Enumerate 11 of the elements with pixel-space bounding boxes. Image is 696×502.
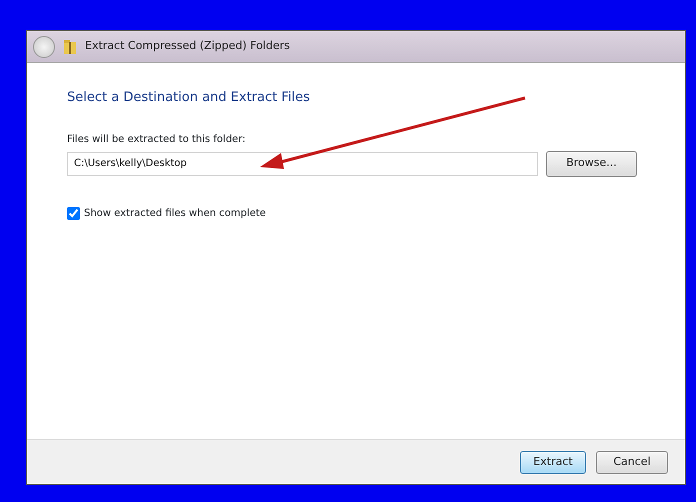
field-label: Files will be extracted to this folder:: [67, 132, 246, 146]
cancel-button[interactable]: Cancel: [596, 450, 668, 474]
back-button[interactable]: [33, 36, 55, 58]
dialog-heading: Select a Destination and Extract Files: [67, 89, 311, 107]
destination-field[interactable]: C:\Users\kelly\Desktop: [67, 152, 538, 176]
window-title: Extract Compressed (Zipped) Folders: [85, 38, 290, 54]
checkbox[interactable]: [67, 206, 80, 220]
browse-button[interactable]: Browse...: [546, 150, 637, 176]
zip-folder-icon: [63, 38, 77, 54]
checkbox-label: Show extracted files when complete: [84, 206, 266, 220]
extract-button[interactable]: Extract: [520, 450, 586, 474]
